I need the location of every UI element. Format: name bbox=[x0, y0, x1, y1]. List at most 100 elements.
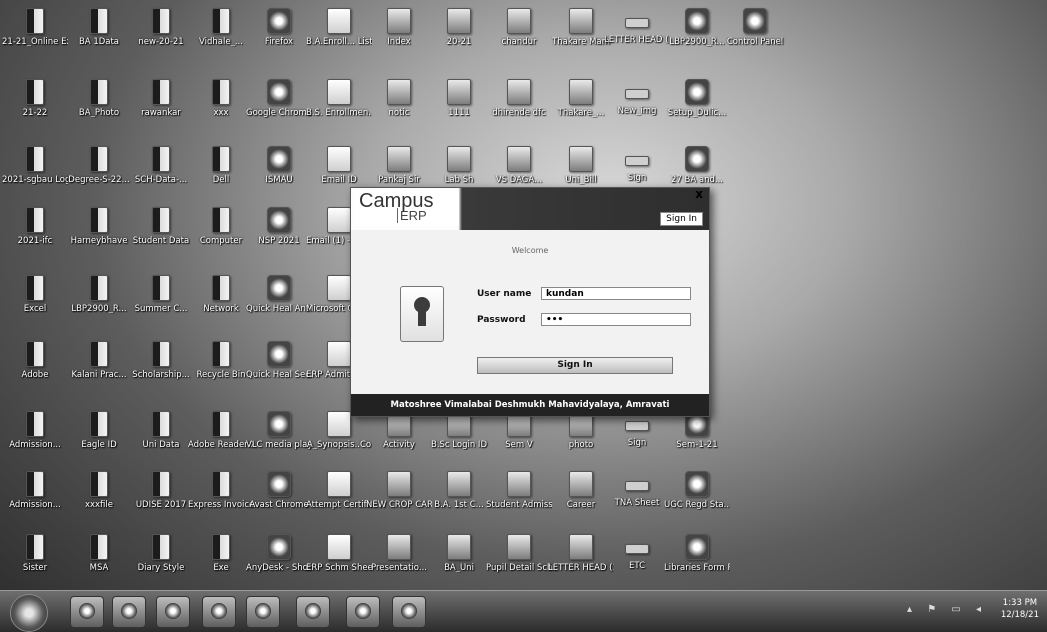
desktop-icon[interactable]: Sister bbox=[2, 532, 68, 596]
desktop-icon[interactable]: Diary Style bbox=[128, 532, 194, 596]
desktop-icon[interactable]: xxx bbox=[188, 77, 254, 141]
desktop-icon[interactable]: dhirende dfc bbox=[486, 77, 552, 141]
file-icon bbox=[212, 8, 230, 34]
desktop-icon-label: Quick Heal Secure Br... bbox=[246, 370, 312, 380]
desktop-icon[interactable]: BA_Uni bbox=[426, 532, 492, 596]
desktop-icon[interactable]: Admission... bbox=[2, 409, 68, 473]
desktop-icon[interactable]: LBP2900_R... bbox=[664, 6, 730, 70]
desktop-icon[interactable]: xxxfile bbox=[66, 469, 132, 533]
desktop-icon[interactable]: Activity bbox=[366, 409, 432, 473]
desktop-icon[interactable]: AnyDesk - Shortcut bbox=[246, 532, 312, 596]
desktop-icon[interactable]: ETC bbox=[604, 532, 670, 596]
desktop-icon[interactable]: 21-21_Online Exam Data bbox=[2, 6, 68, 70]
desktop-icon[interactable]: Express Invoice... bbox=[188, 469, 254, 533]
desktop-icon[interactable]: LBP2900_R... bbox=[66, 273, 132, 337]
header-sign-in-link[interactable]: Sign In bbox=[660, 212, 703, 226]
desktop-icon[interactable]: TNA Sheet bbox=[604, 469, 670, 533]
taskbar-user-icon[interactable] bbox=[346, 596, 380, 628]
start-button[interactable] bbox=[10, 594, 48, 632]
desktop-icon[interactable]: Adobe Reader X bbox=[188, 409, 254, 473]
desktop-icon[interactable]: New_img bbox=[604, 77, 670, 141]
close-button[interactable]: x bbox=[695, 187, 703, 201]
desktop-icon[interactable]: Sem-1-21 bbox=[664, 409, 730, 473]
desktop-icon[interactable]: Pupil Detail Scholarship... bbox=[486, 532, 552, 596]
desktop-icon[interactable]: Computer bbox=[188, 205, 254, 269]
desktop-icon[interactable]: Eagle ID bbox=[66, 409, 132, 473]
desktop-icon[interactable]: Recycle Bin bbox=[188, 339, 254, 403]
desktop-icon-label: Avast Chrome bbox=[249, 500, 309, 510]
desktop-icon[interactable]: Quick Heal AntiVirus Pro bbox=[246, 273, 312, 337]
desktop-icon[interactable]: Student Admissio... bbox=[486, 469, 552, 533]
desktop-icon[interactable]: rawankar bbox=[128, 77, 194, 141]
desktop-icon[interactable]: Google Chrome bbox=[246, 77, 312, 141]
desktop-icon[interactable]: Libraries Form Responses bbox=[664, 532, 730, 596]
desktop-icon[interactable]: Student Data bbox=[128, 205, 194, 269]
desktop-icon[interactable]: UDISE 2017 bbox=[128, 469, 194, 533]
desktop-icon[interactable]: 21-22 bbox=[2, 77, 68, 141]
desktop-icon[interactable]: Harneybhave bbox=[66, 205, 132, 269]
taskbar-erp-icon[interactable] bbox=[392, 596, 426, 628]
desktop-icon[interactable]: B.A.Enroll... List 2019 ... bbox=[306, 6, 372, 70]
desktop-icon[interactable]: ISMAU bbox=[246, 144, 312, 208]
desktop-icon[interactable]: Degree-S-22... bbox=[66, 144, 132, 208]
desktop-icon[interactable]: SCH-Data-... bbox=[128, 144, 194, 208]
desktop-icon[interactable]: Index bbox=[366, 6, 432, 70]
desktop-icon[interactable]: 1111 bbox=[426, 77, 492, 141]
desktop-icon[interactable]: Presentatio... bbox=[366, 532, 432, 596]
desktop-icon[interactable]: Firefox bbox=[246, 6, 312, 70]
file-icon bbox=[387, 79, 411, 105]
desktop-icon[interactable]: B.A. 1st C... bbox=[426, 469, 492, 533]
desktop-icon[interactable]: Exe bbox=[188, 532, 254, 596]
desktop-icon[interactable]: Avast Chrome bbox=[246, 469, 312, 533]
desktop-icon[interactable]: Admission... bbox=[2, 469, 68, 533]
desktop-icon[interactable]: NEW CROP CARE bbox=[366, 469, 432, 533]
desktop-icon[interactable]: Uni Data bbox=[128, 409, 194, 473]
username-input[interactable]: kundan bbox=[541, 287, 691, 300]
desktop-icon[interactable]: B.Sc Login ID bbox=[426, 409, 492, 473]
desktop-icon[interactable]: MSA bbox=[66, 532, 132, 596]
desktop-icon[interactable]: Sem V bbox=[486, 409, 552, 473]
desktop-icon[interactable]: Excel bbox=[2, 273, 68, 337]
desktop-icon[interactable]: Adobe bbox=[2, 339, 68, 403]
desktop-icon[interactable]: ERP Schm Sheet bbox=[306, 532, 372, 596]
taskbar-ie-icon[interactable] bbox=[70, 596, 104, 628]
taskbar-explorer-icon[interactable] bbox=[112, 596, 146, 628]
password-input[interactable]: ••• bbox=[541, 313, 691, 326]
desktop-icon[interactable]: Kalani Prac... bbox=[66, 339, 132, 403]
desktop-icon[interactable]: UGC Regd Sta... bbox=[664, 469, 730, 533]
desktop-icon[interactable]: Quick Heal Secure Br... bbox=[246, 339, 312, 403]
desktop-icon[interactable]: Summer C... bbox=[128, 273, 194, 337]
file-icon bbox=[152, 8, 170, 34]
desktop-icon[interactable]: 2021-sgbau Login ID bbox=[2, 144, 68, 208]
clock[interactable]: 1:33 PM 12/18/21 bbox=[1001, 597, 1039, 621]
desktop-icon[interactable]: BA_Photo bbox=[66, 77, 132, 141]
desktop-icon[interactable]: notic bbox=[366, 77, 432, 141]
file-icon bbox=[569, 471, 593, 497]
system-tray[interactable]: ▴ ⚑ ▭ ◂ bbox=[907, 604, 987, 615]
desktop-icon[interactable]: chandur bbox=[486, 6, 552, 70]
desktop-icon[interactable]: A_Synopsis..Co bbox=[306, 409, 372, 473]
desktop-icon[interactable]: Scholarship... bbox=[128, 339, 194, 403]
desktop-icon[interactable]: NSP 2021 bbox=[246, 205, 312, 269]
desktop-icon[interactable]: Vidhale_... bbox=[188, 6, 254, 70]
desktop-icon[interactable]: LETTER HEAD (17... bbox=[604, 6, 670, 70]
taskbar-excel-icon[interactable] bbox=[202, 596, 236, 628]
desktop-icon[interactable]: Control Panel bbox=[722, 6, 788, 70]
desktop-icon[interactable]: 20-21 bbox=[426, 6, 492, 70]
desktop-icon[interactable]: B.S. Enrollmen... bbox=[306, 77, 372, 141]
desktop-icon[interactable]: 2021-ifc bbox=[2, 205, 68, 269]
file-icon bbox=[569, 79, 593, 105]
taskbar-word-icon[interactable] bbox=[296, 596, 330, 628]
desktop-icon[interactable]: new-20-21 bbox=[128, 6, 194, 70]
taskbar-media-icon[interactable] bbox=[246, 596, 280, 628]
taskbar-chrome-icon[interactable] bbox=[156, 596, 190, 628]
desktop-icon[interactable]: Setup_Dulic... bbox=[664, 77, 730, 141]
sign-in-button[interactable]: Sign In bbox=[477, 357, 673, 374]
desktop-icon[interactable]: Attempt Certificate bbox=[306, 469, 372, 533]
desktop-icon[interactable]: Sign bbox=[604, 409, 670, 473]
desktop-icon[interactable]: VLC media player bbox=[246, 409, 312, 473]
desktop-icon[interactable]: BA 1Data bbox=[66, 6, 132, 70]
desktop-icon-label: Vidhale_... bbox=[199, 37, 243, 47]
desktop-icon[interactable]: Network bbox=[188, 273, 254, 337]
desktop-icon[interactable]: Dell bbox=[188, 144, 254, 208]
